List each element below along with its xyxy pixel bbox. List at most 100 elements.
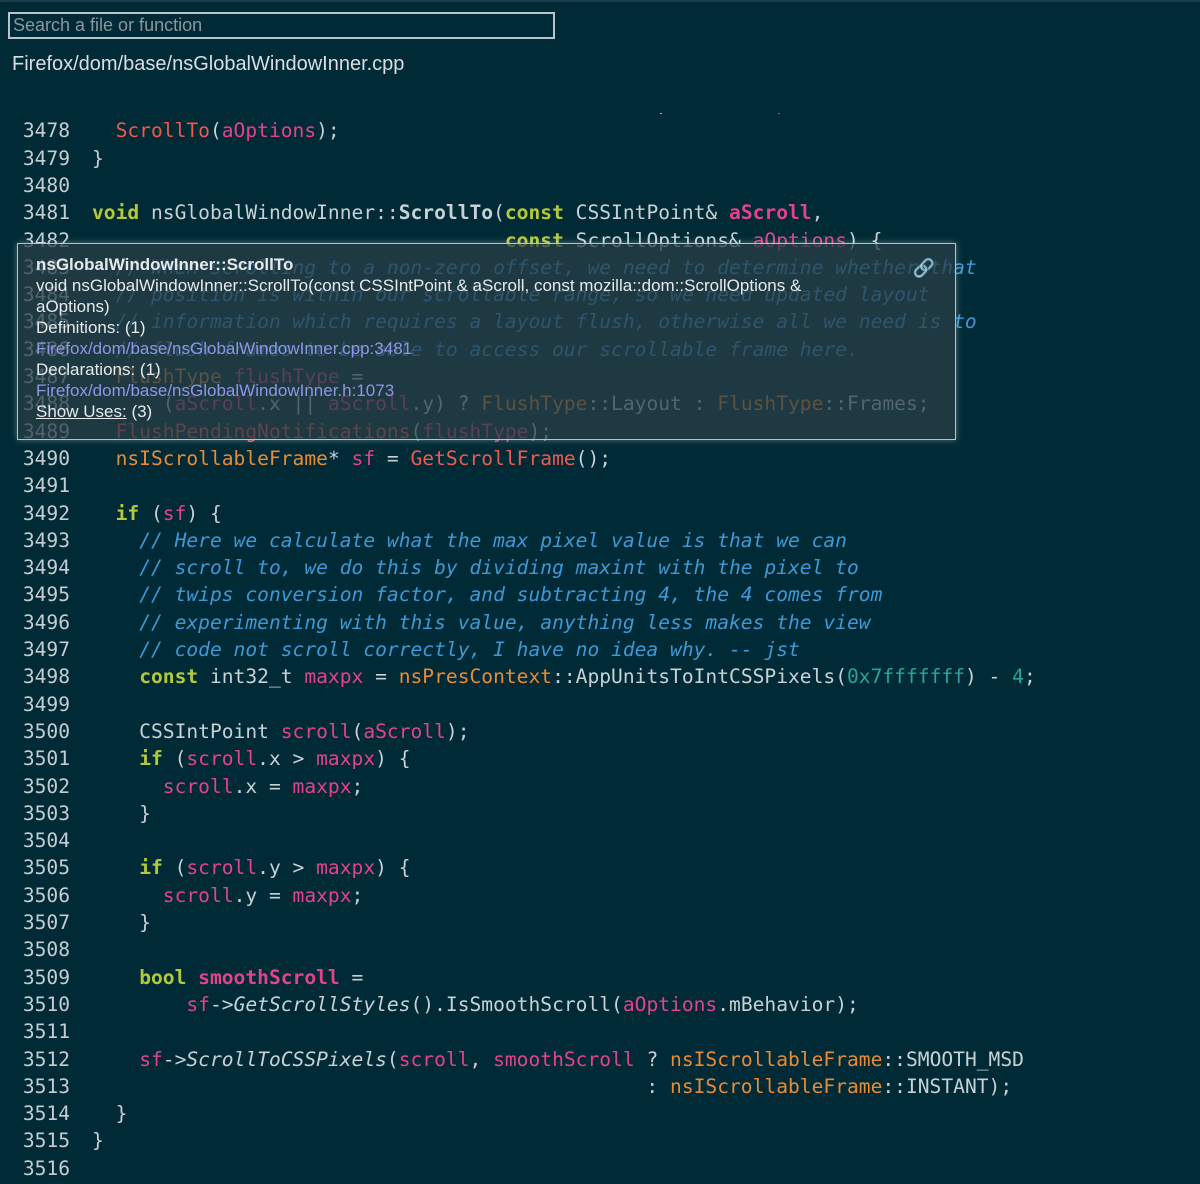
code-text: CSSIntPoint scroll(aScroll);	[92, 719, 470, 743]
line-number[interactable]: 3505	[0, 854, 70, 881]
line-number[interactable]: 3481	[0, 199, 70, 226]
file-path-breadcrumb[interactable]: Firefox/dom/base/nsGlobalWindowInner.cpp	[12, 53, 404, 76]
tooltip-signature: void nsGlobalWindowInner::ScrollTo(const…	[36, 276, 802, 316]
code-text: const int32_t maxpx = nsPresContext::App…	[139, 665, 1036, 689]
code-text: nsIScrollableFrame* sf = GetScrollFrame(…	[115, 446, 612, 470]
code-line: 3501 if (scroll.x > maxpx) {	[0, 745, 1200, 772]
line-number[interactable]: 3508	[0, 936, 70, 963]
code-text: sf->GetScrollStyles().IsSmoothScroll(aOp…	[186, 992, 859, 1016]
line-number[interactable]: 3496	[0, 609, 70, 636]
code-line: 3491	[0, 472, 1200, 499]
line-number[interactable]: 3490	[0, 445, 70, 472]
code-line: 3478 ScrollTo(aOptions);	[0, 117, 1200, 144]
declarations-label: Declarations: (1)	[36, 360, 161, 379]
link-icon[interactable]: 🔗	[913, 258, 935, 279]
line-number[interactable]: 3513	[0, 1073, 70, 1100]
line-number[interactable]: 3493	[0, 527, 70, 554]
code-line: 3512 sf->ScrollToCSSPixels(scroll, smoot…	[0, 1046, 1200, 1073]
line-number[interactable]: 3503	[0, 800, 70, 827]
code-text: : nsIScrollableFrame::INSTANT);	[92, 1074, 1013, 1098]
code-line: 3495 // twips conversion factor, and sub…	[0, 581, 1200, 608]
code-text: ScrollTo(aOptions);	[115, 119, 340, 143]
line-number[interactable]: 3506	[0, 882, 70, 909]
code-line: 3494 // scroll to, we do this by dividin…	[0, 554, 1200, 581]
line-number[interactable]: 3514	[0, 1100, 70, 1127]
line-number[interactable]: 3500	[0, 718, 70, 745]
line-number[interactable]: 3499	[0, 691, 70, 718]
code-line: 3510 sf->GetScrollStyles().IsSmoothScrol…	[0, 991, 1200, 1018]
code-text: }	[92, 1129, 104, 1153]
code-line: 3514 }	[0, 1100, 1200, 1127]
code-line: 3479}	[0, 145, 1200, 172]
code-line: 3511	[0, 1018, 1200, 1045]
code-line: 3509 bool smoothScroll =	[0, 964, 1200, 991]
code-text: if (scroll.x > maxpx) {	[139, 747, 411, 771]
line-number[interactable]: 3495	[0, 581, 70, 608]
code-text: }	[92, 146, 104, 170]
code-line: 3508	[0, 936, 1200, 963]
line-number[interactable]: 3494	[0, 554, 70, 581]
code-line: 3492 if (sf) {	[0, 500, 1200, 527]
line-number[interactable]: 3511	[0, 1018, 70, 1045]
code-text: // twips conversion factor, and subtract…	[139, 583, 883, 607]
code-text: void nsGlobalWindowInner::ScrollTo(const…	[92, 201, 824, 225]
line-number[interactable]: 3515	[0, 1127, 70, 1154]
code-text: }	[92, 911, 151, 934]
code-line: 3493 // Here we calculate what the max p…	[0, 527, 1200, 554]
code-line: 3500 CSSIntPoint scroll(aScroll);	[0, 718, 1200, 745]
code-line: 3499	[0, 691, 1200, 718]
code-line: 3505 if (scroll.y > maxpx) {	[0, 854, 1200, 881]
code-text: // scroll to, we do this by dividing max…	[139, 556, 859, 580]
code-line: 3481 void nsGlobalWindowInner::ScrollTo(c…	[0, 199, 1200, 226]
header: Firefox/dom/base/nsGlobalWindowInner.cpp	[0, 0, 1200, 113]
code-text: if (sf) {	[115, 501, 222, 525]
line-number[interactable]: 3479	[0, 145, 70, 172]
code-text: // experimenting with this value, anythi…	[139, 610, 871, 634]
code-text: bool smoothScroll =	[139, 965, 364, 989]
code-text: }	[92, 1102, 128, 1126]
code-line: 3513 : nsIScrollableFrame::INSTANT);	[0, 1073, 1200, 1100]
code-line: 3502 scroll.x = maxpx;	[0, 773, 1200, 800]
code-line: 3498 const int32_t maxpx = nsPresContext…	[0, 663, 1200, 690]
line-number[interactable]: 3516	[0, 1155, 70, 1182]
show-uses-link[interactable]: Show Uses:	[36, 402, 127, 421]
code-line: 3516	[0, 1155, 1200, 1182]
code-text: }	[92, 801, 151, 825]
line-number[interactable]: 3492	[0, 500, 70, 527]
line-number[interactable]: 3504	[0, 827, 70, 854]
tooltip-title: nsGlobalWindowInner::ScrollTo	[36, 255, 294, 274]
code-text: // Here we calculate what the max pixel …	[139, 528, 847, 552]
line-number[interactable]: 3509	[0, 964, 70, 991]
line-number[interactable]: 3502	[0, 773, 70, 800]
code-text: sf->ScrollToCSSPixels(scroll, smoothScro…	[139, 1047, 1024, 1071]
code-line: 3504	[0, 827, 1200, 854]
code-line: 3480	[0, 172, 1200, 199]
code-line: 3515}	[0, 1127, 1200, 1154]
code-line: 3490 nsIScrollableFrame* sf = GetScrollF…	[0, 445, 1200, 472]
line-number[interactable]: 3480	[0, 172, 70, 199]
code-line: 3497 // code not scroll correctly, I hav…	[0, 636, 1200, 663]
line-number[interactable]: 3507	[0, 909, 70, 936]
definition-link[interactable]: Firefox/dom/base/nsGlobalWindowInner.cpp…	[36, 338, 937, 359]
code-line: 3496 // experimenting with this value, a…	[0, 609, 1200, 636]
show-uses-row: Show Uses: (3)	[36, 401, 937, 422]
code-line: 3503 }	[0, 800, 1200, 827]
code-text: scroll.x = maxpx;	[162, 774, 364, 798]
code-text: if (scroll.y > maxpx) {	[139, 856, 411, 880]
line-number[interactable]: 3512	[0, 1046, 70, 1073]
line-number[interactable]: 3478	[0, 117, 70, 144]
line-number[interactable]: 3498	[0, 663, 70, 690]
code-line: 3506 scroll.y = maxpx;	[0, 882, 1200, 909]
line-number[interactable]: 3510	[0, 991, 70, 1018]
line-number[interactable]: 3501	[0, 745, 70, 772]
search-input[interactable]	[8, 12, 555, 39]
declaration-link[interactable]: Firefox/dom/base/nsGlobalWindowInner.h:1…	[36, 380, 937, 401]
line-number[interactable]: 3497	[0, 636, 70, 663]
code-line: 3507 }	[0, 909, 1200, 936]
show-uses-count: (3)	[131, 402, 153, 421]
line-number[interactable]: 3491	[0, 472, 70, 499]
definitions-label: Definitions: (1)	[36, 318, 146, 337]
code-text: scroll.y = maxpx;	[162, 883, 364, 907]
symbol-tooltip: 🔗 nsGlobalWindowInner::ScrollTo void nsG…	[17, 243, 956, 440]
code-text: // code not scroll correctly, I have no …	[139, 638, 800, 661]
